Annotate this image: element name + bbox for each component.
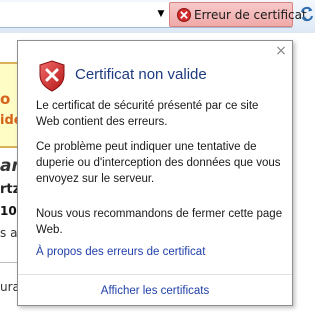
view-certificates-link[interactable]: Afficher les certificats <box>18 285 292 297</box>
background-text: 10( <box>0 204 18 218</box>
refresh-icon[interactable] <box>299 5 315 23</box>
certificate-error-popup: × Certificat non valide Le certificat de… <box>17 40 293 306</box>
certificate-error-button[interactable]: Erreur de certificat <box>169 2 307 27</box>
certificate-error-label: Erreur de certificat <box>194 8 307 22</box>
shield-error-icon <box>39 60 65 92</box>
background-text: o <box>0 90 11 108</box>
background-text: s a <box>0 226 18 240</box>
divider <box>18 274 292 275</box>
background-text: ura <box>0 280 18 294</box>
background-text: ide <box>0 113 18 128</box>
address-dropdown-button[interactable]: ▼ <box>153 3 169 25</box>
background-text: an <box>0 156 18 176</box>
browser-toolbar: ▼ Erreur de certificat <box>0 0 315 34</box>
popup-paragraph: Ce problème peut indiquer une tentative … <box>36 141 281 185</box>
about-certificate-errors-link[interactable]: À propos des erreurs de certificat <box>36 246 205 258</box>
popup-paragraph: Le certificat de sécurité présenté par c… <box>36 100 259 128</box>
close-button[interactable]: × <box>274 44 288 58</box>
x-circle-icon <box>177 8 191 22</box>
popup-paragraph: Nous vous recommandons de fermer cette p… <box>36 208 283 236</box>
divider <box>0 262 18 263</box>
popup-title: Certificat non valide <box>75 66 207 83</box>
background-text: rtz <box>0 182 18 197</box>
